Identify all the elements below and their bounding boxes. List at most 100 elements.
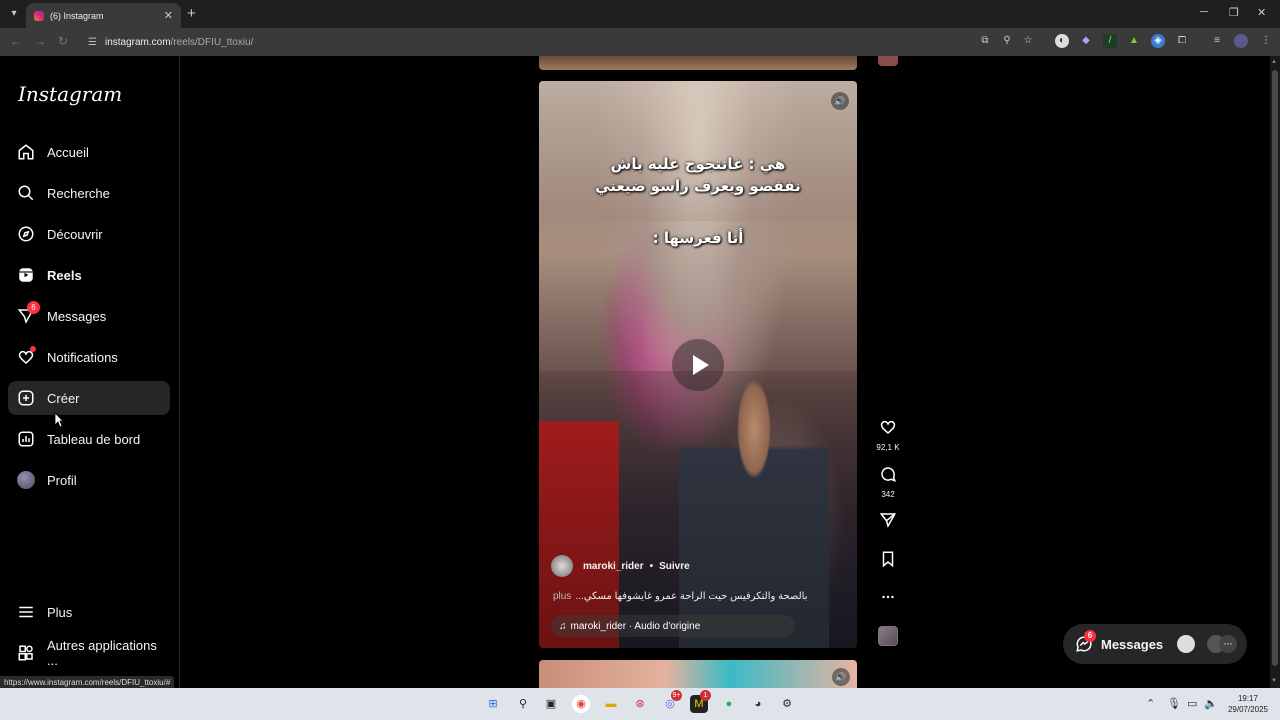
reload-icon[interactable]: ↻ (58, 34, 68, 48)
volume-icon[interactable]: 🔊 (831, 92, 849, 110)
comment-count: 342 (881, 490, 895, 499)
video-overlay-text: أنا فعرسها : (652, 229, 744, 247)
scroll-down-icon[interactable]: ▼ (1271, 678, 1277, 684)
video-overlay-text: هي : غانتجوج عليه باش (610, 155, 786, 173)
minimize-icon[interactable]: ─ (1200, 6, 1208, 18)
close-window-icon[interactable]: ✕ (1257, 6, 1266, 19)
scrollbar[interactable]: ▲ ▼ (1270, 56, 1280, 688)
separator: • (649, 560, 654, 572)
audio-attribution[interactable]: ♫ maroki_rider · Audio d'origine (551, 615, 795, 637)
system-clock[interactable]: 19:17 29/07/2025 (1222, 693, 1274, 715)
new-tab-button[interactable]: + (187, 5, 196, 22)
heart-icon (880, 420, 896, 434)
clock-time: 19:17 (1237, 694, 1259, 703)
next-reel-preview[interactable] (539, 660, 857, 688)
sidebar-item-label: Messages (47, 308, 107, 324)
microphone-icon[interactable]: 🎙 (1167, 697, 1181, 710)
file-explorer-icon[interactable]: ▬ (602, 695, 620, 713)
comment-button[interactable]: 342 (868, 465, 908, 499)
extension-icon[interactable]: ▲ (1127, 34, 1141, 48)
author-avatar[interactable] (551, 555, 573, 577)
address-bar[interactable]: ☰ instagram.com /reels/DFIU_ttoxiu/ (80, 31, 1040, 53)
messenger-icon: 6 (17, 301, 40, 325)
sidebar-item-recherche[interactable]: Recherche (8, 176, 170, 210)
browser-toolbar: ← → ↻ ☰ instagram.com /reels/DFIU_ttoxiu… (0, 28, 1280, 56)
sidebar-item-label: Créer (47, 390, 80, 406)
sidebar-item-notifications[interactable]: Notifications (8, 340, 170, 374)
sidebar-item-tableau-de-bord[interactable]: Tableau de bord (8, 422, 170, 456)
install-app-icon[interactable]: ⧉ (978, 34, 992, 48)
play-button[interactable] (672, 339, 724, 391)
messages-label: Messages (1101, 636, 1164, 652)
like-button[interactable]: 92,1 K (868, 418, 908, 452)
more-options-button[interactable] (868, 588, 908, 611)
sidebar-item-label: Profil (47, 472, 77, 488)
search-icon[interactable]: ⚲ (514, 695, 532, 713)
plus-square-icon (17, 389, 35, 407)
app-icon[interactable]: ◕ (749, 695, 767, 713)
previous-reel-preview[interactable] (539, 56, 857, 70)
discord-icon[interactable]: ◎ 9+ (661, 690, 682, 713)
display-icon[interactable]: ▭ (1187, 697, 1197, 710)
sidebar-item-label: Autres applications ... (47, 638, 157, 668)
bookmark-star-icon[interactable]: ☆ (1021, 34, 1035, 48)
spotify-icon[interactable]: ● (720, 695, 738, 713)
sidebar-item-autres-applications[interactable]: Autres applications ... (8, 636, 170, 670)
previous-audio-thumbnail[interactable] (878, 56, 898, 66)
profile-avatar[interactable] (1234, 34, 1248, 48)
reel-caption: plus بالصحة والتكرفيس حيت الراحة عمرو غا… (553, 591, 853, 602)
instagram-logo[interactable]: Instagram (18, 82, 122, 106)
sidebar-item-label: Notifications (47, 349, 118, 365)
extension-icon[interactable]: ◆ (1079, 34, 1093, 48)
extension-icon[interactable]: ◈ (1151, 34, 1165, 48)
app-badge: 1 (700, 690, 711, 701)
steam-icon[interactable]: ⚙ (778, 695, 796, 713)
chevron-up-icon[interactable]: ⌃ (1146, 697, 1155, 710)
extension-icon[interactable]: / (1103, 34, 1117, 48)
sidebar-item-decouvrir[interactable]: Découvrir (8, 217, 170, 251)
site-info-icon[interactable]: ☰ (88, 37, 97, 48)
reels-icon (17, 266, 35, 284)
speaker-icon[interactable]: 🔈 (1204, 697, 1218, 710)
author-username[interactable]: maroki_rider (583, 561, 644, 572)
messages-pill[interactable]: 6 Messages ··· (1063, 624, 1247, 664)
share-button[interactable] (868, 511, 908, 534)
bookmark-icon (882, 551, 894, 568)
more-dots-icon: ··· (1219, 635, 1238, 653)
caption-more-link[interactable]: plus (553, 591, 571, 602)
search-icon (17, 184, 35, 202)
task-view-icon[interactable]: ▣ (542, 695, 560, 713)
sidebar-item-creer[interactable]: Créer (8, 381, 170, 415)
extension-icon[interactable]: ◐ (1055, 34, 1069, 48)
reading-list-icon[interactable]: ≡ (1210, 34, 1224, 48)
heart-icon (17, 346, 36, 366)
sidebar-item-reels[interactable]: Reels (8, 258, 170, 292)
chrome-icon[interactable]: ◉ (572, 695, 590, 713)
instagram-sidebar: Instagram Accueil Recherche Découvrir Re… (0, 56, 180, 688)
save-button[interactable] (868, 550, 908, 573)
audio-thumbnail[interactable] (878, 626, 898, 646)
browser-tab-instagram[interactable]: (6) Instagram ✕ (26, 3, 181, 28)
extensions-puzzle-icon[interactable]: ⧠ (1175, 34, 1189, 48)
sidebar-item-messages[interactable]: 6 Messages (8, 299, 170, 333)
mouse-cursor-icon (54, 412, 64, 428)
windows-start-icon[interactable]: ⊞ (484, 695, 502, 713)
follow-button[interactable]: Suivre (659, 561, 690, 572)
browser-menu-icon[interactable]: ⋮ (1259, 34, 1273, 48)
reel-video[interactable]: هي : غانتجوج عليه باش نفقصو ويعرف راسو ض… (539, 81, 857, 648)
volume-icon[interactable]: 🔊 (832, 668, 850, 686)
scrollbar-thumb[interactable] (1272, 70, 1278, 666)
video-scene (539, 421, 619, 648)
sidebar-item-accueil[interactable]: Accueil (8, 135, 170, 169)
back-icon[interactable]: ← (10, 34, 22, 48)
tab-close-icon[interactable]: ✕ (164, 9, 173, 22)
app-icon[interactable]: ⊛ (631, 695, 649, 713)
sidebar-item-profil[interactable]: Profil (8, 463, 170, 497)
sidebar-item-plus[interactable]: Plus (8, 595, 170, 629)
forward-icon[interactable]: → (34, 34, 46, 48)
app-icon[interactable]: M1 (690, 690, 711, 713)
tab-search-icon[interactable]: ▾ (6, 6, 22, 22)
scroll-up-icon[interactable]: ▲ (1271, 59, 1277, 65)
zoom-icon[interactable]: ⚲ (1000, 34, 1014, 48)
restore-icon[interactable]: ❐ (1229, 6, 1239, 19)
